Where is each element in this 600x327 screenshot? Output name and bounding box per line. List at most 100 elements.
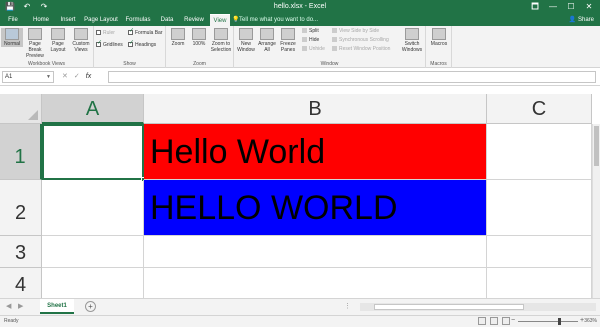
tab-review[interactable]: Review	[182, 14, 206, 26]
ribbon: Normal Page Break Preview Page Layout Cu…	[0, 26, 600, 68]
row-header-3[interactable]: 3	[0, 236, 42, 268]
close-icon[interactable]: ✕	[580, 0, 598, 14]
freeze-panes-button[interactable]: Freeze Panes	[277, 28, 299, 53]
cell-c3[interactable]	[487, 236, 592, 268]
page-layout-view-button[interactable]: Page Layout	[47, 28, 69, 53]
name-box[interactable]: A1 ▼	[2, 71, 54, 83]
cell-a3[interactable]	[42, 236, 144, 268]
zoom-label: Zoom	[171, 41, 185, 47]
sheet-tab-sheet1[interactable]: Sheet1	[40, 299, 74, 314]
custom-views-button[interactable]: Custom Views	[70, 28, 92, 53]
vertical-scroll-thumb[interactable]	[594, 126, 599, 166]
share-button[interactable]: 👤 Share	[569, 14, 594, 26]
new-window-button[interactable]: New Window	[235, 28, 257, 53]
formula-bar-checkbox[interactable]: Formula Bar	[128, 28, 163, 37]
formula-input[interactable]	[108, 71, 596, 83]
tab-formulas[interactable]: Formulas	[124, 14, 152, 26]
minimize-icon[interactable]: —	[544, 0, 562, 14]
unhide-button[interactable]: Unhide	[302, 46, 325, 53]
view-side-by-side-label: View Side by Side	[339, 28, 380, 34]
tab-file[interactable]: File	[4, 14, 22, 26]
page-break-view-icon[interactable]	[502, 317, 510, 325]
freeze-panes-icon	[281, 28, 295, 40]
unhide-label: Unhide	[309, 46, 325, 52]
maximize-icon[interactable]: ☐	[562, 0, 580, 14]
cell-c2[interactable]	[487, 180, 592, 236]
enter-icon[interactable]: ✓	[74, 71, 80, 83]
column-header-a[interactable]: A	[42, 94, 144, 124]
cell-b4[interactable]	[144, 268, 487, 298]
ribbon-display-options-icon[interactable]: 🗖	[526, 0, 544, 14]
row-header-1[interactable]: 1	[0, 124, 42, 180]
vertical-scrollbar[interactable]	[592, 124, 600, 298]
page-layout-view-icon[interactable]	[490, 317, 498, 325]
cell-c4[interactable]	[487, 268, 592, 298]
reset-window-position-button[interactable]: Reset Window Position	[332, 46, 390, 53]
tab-data[interactable]: Data	[158, 14, 176, 26]
status-ready: Ready	[4, 318, 19, 324]
zoom-out-icon[interactable]: −	[511, 317, 515, 324]
zoom-100-icon	[192, 28, 206, 40]
zoom-button[interactable]: Zoom	[167, 28, 189, 47]
split-button[interactable]: Split	[302, 28, 319, 35]
tab-view[interactable]: View	[210, 14, 230, 26]
ruler-box	[96, 30, 101, 35]
hide-icon	[302, 37, 307, 42]
tab-home[interactable]: Home	[30, 14, 52, 26]
tab-split-handle-icon[interactable]: ⋮	[344, 302, 351, 310]
add-sheet-icon[interactable]: +	[85, 301, 96, 312]
normal-view-icon[interactable]	[478, 317, 486, 325]
sheet-nav-prev-icon[interactable]: ◀	[6, 301, 11, 313]
sheet-nav-next-icon[interactable]: ▶	[18, 301, 23, 313]
cell-c1[interactable]	[487, 124, 592, 180]
macros-button[interactable]: Macros	[428, 28, 450, 47]
normal-view-button[interactable]: Normal	[1, 28, 23, 47]
group-label-workbook-views: Workbook Views	[27, 61, 66, 67]
view-side-by-side-button[interactable]: View Side by Side	[332, 28, 379, 35]
custom-views-label: Custom Views	[72, 41, 90, 53]
freeze-panes-label: Freeze Panes	[280, 41, 296, 53]
share-label: Share	[577, 17, 594, 23]
new-window-icon	[239, 28, 253, 40]
gridlines-checkbox[interactable]: Gridlines	[96, 40, 123, 49]
headings-checkbox[interactable]: Headings	[128, 40, 156, 49]
zoom-to-selection-label: Zoom to Selection	[210, 41, 232, 53]
cell-a1[interactable]	[42, 124, 144, 180]
cell-a2[interactable]	[42, 180, 144, 236]
page-break-preview-button[interactable]: Page Break Preview	[24, 28, 46, 59]
cell-a4[interactable]	[42, 268, 144, 298]
group-label-window: Window	[320, 61, 339, 67]
tab-insert[interactable]: Insert	[57, 14, 79, 26]
switch-windows-label: Switch Windows	[401, 41, 423, 53]
hide-button[interactable]: Hide	[302, 37, 319, 44]
row-header-2[interactable]: 2	[0, 180, 42, 236]
zoom-level[interactable]: 363%	[584, 318, 597, 324]
cancel-icon[interactable]: ✕	[62, 71, 68, 83]
column-header-b[interactable]: B	[144, 94, 487, 124]
cell-b3[interactable]	[144, 236, 487, 268]
group-workbook-views: Normal Page Break Preview Page Layout Cu…	[0, 26, 94, 68]
zoom-slider[interactable]	[518, 318, 578, 325]
synchronous-scrolling-button[interactable]: Synchronous Scrolling	[332, 37, 389, 44]
insert-function-icon[interactable]: fx	[86, 71, 91, 83]
group-label-zoom: Zoom	[193, 61, 206, 67]
split-icon	[302, 28, 307, 33]
row-header-4[interactable]: 4	[0, 268, 42, 298]
arrange-all-label: Arrange All	[258, 41, 276, 53]
horizontal-scroll-thumb[interactable]	[374, 304, 524, 310]
zoom-slider-knob[interactable]	[558, 318, 561, 325]
zoom-100-button[interactable]: 100%	[188, 28, 210, 47]
arrange-all-button[interactable]: Arrange All	[256, 28, 278, 53]
switch-windows-button[interactable]: Switch Windows	[400, 28, 424, 53]
tell-me-search[interactable]: 💡Tell me what you want to do...	[232, 14, 318, 26]
group-zoom: Zoom 100% Zoom to Selection Zoom	[166, 26, 234, 68]
ruler-checkbox[interactable]: Ruler	[96, 30, 115, 37]
column-header-c[interactable]: C	[487, 94, 592, 124]
cell-b2[interactable]: HELLO WORLD	[144, 180, 487, 236]
zoom-to-selection-button[interactable]: Zoom to Selection	[209, 28, 233, 53]
tab-page-layout[interactable]: Page Layout	[84, 14, 118, 26]
select-all-corner[interactable]	[0, 94, 42, 124]
reset-position-icon	[332, 46, 337, 51]
horizontal-scrollbar[interactable]	[360, 303, 596, 311]
cell-b1[interactable]: Hello World	[144, 124, 487, 180]
